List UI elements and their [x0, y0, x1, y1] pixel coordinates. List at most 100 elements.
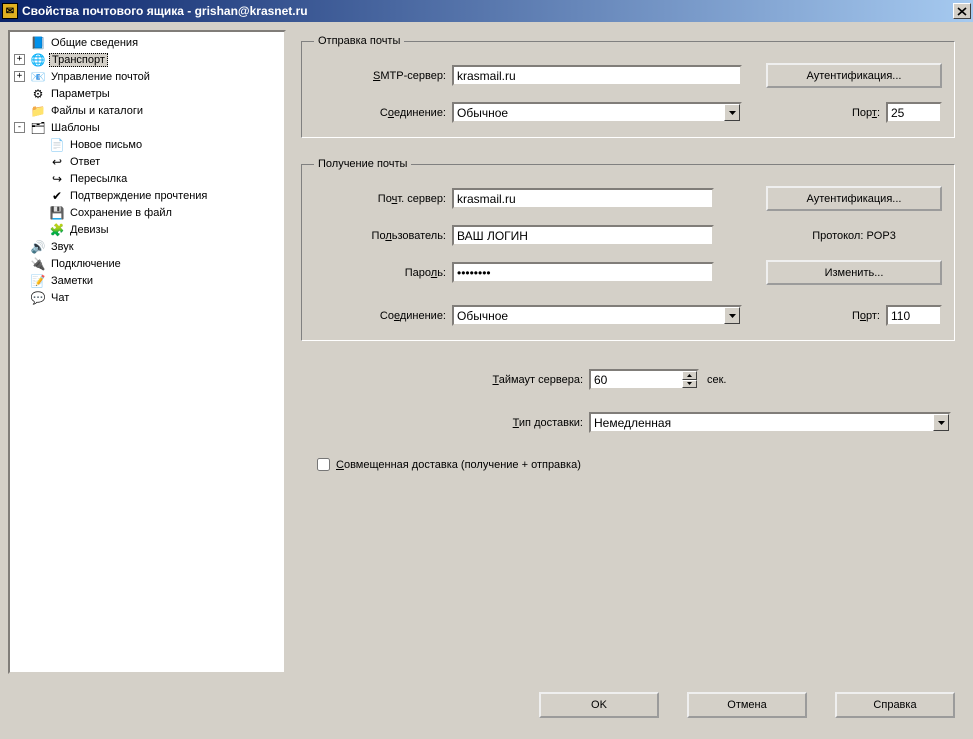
send-legend: Отправка почты	[314, 35, 404, 47]
timeout-units: сек.	[699, 374, 727, 386]
tree-item-label: Сохранение в файл	[68, 207, 174, 219]
recv-conn-combo[interactable]	[452, 305, 742, 326]
timeout-label: Таймаут сервера:	[469, 374, 589, 386]
tree-item[interactable]: -🗂Шаблоны	[10, 119, 284, 136]
recv-user-input[interactable]	[452, 225, 714, 246]
recv-user-label: Пользователь:	[314, 230, 452, 242]
tree-connector	[33, 156, 44, 167]
delivery-dropdown-button[interactable]	[933, 414, 949, 431]
recv-protocol-label: Протокол: POP3	[766, 230, 942, 242]
tree-item-label: Новое письмо	[68, 139, 144, 151]
tree-item-label: Шаблоны	[49, 122, 102, 134]
tree-item-icon: 📝	[30, 273, 46, 289]
send-port-input[interactable]	[886, 102, 942, 123]
expand-icon[interactable]: +	[14, 54, 25, 65]
ok-button[interactable]: OK	[539, 692, 659, 718]
tree-connector	[33, 190, 44, 201]
tree-item[interactable]: + 📧Управление почтой	[10, 68, 284, 85]
title-bar: ✉ Свойства почтового ящика - grishan@kra…	[0, 0, 973, 22]
tree-item[interactable]: ⚙Параметры	[10, 85, 284, 102]
tree-item[interactable]: 💾Сохранение в файл	[10, 204, 284, 221]
collapse-icon[interactable]: -	[14, 122, 25, 133]
recv-port-input[interactable]	[886, 305, 942, 326]
tree-item-icon: 🧩	[49, 222, 65, 238]
tree-item[interactable]: 💬Чат	[10, 289, 284, 306]
recv-group: Получение почты Почт. сервер: Аутентифик…	[301, 158, 955, 341]
combined-delivery-checkbox[interactable]	[317, 458, 330, 471]
send-auth-button[interactable]: Аутентификация...	[766, 63, 942, 88]
close-icon	[957, 7, 967, 16]
chevron-down-icon	[938, 421, 945, 425]
footer-buttons: OK Отмена Справка	[0, 682, 973, 718]
tree-item-label: Пересылка	[68, 173, 129, 185]
send-conn-combo[interactable]	[452, 102, 742, 123]
tree-item[interactable]: 🧩Девизы	[10, 221, 284, 238]
tree-item-icon: 📘	[30, 35, 46, 51]
nav-tree[interactable]: 📘Общие сведения + 🌐Транспорт + 📧Управление п…	[8, 30, 286, 674]
timeout-spinner[interactable]	[682, 371, 697, 388]
tree-item[interactable]: ↩Ответ	[10, 153, 284, 170]
recv-change-button[interactable]: Изменить...	[766, 260, 942, 285]
smtp-input[interactable]	[452, 65, 742, 86]
cancel-button[interactable]: Отмена	[687, 692, 807, 718]
tree-item-icon: ↪	[49, 171, 65, 187]
expand-icon[interactable]: +	[14, 71, 25, 82]
tree-item-icon: 📧	[30, 69, 46, 85]
recv-conn-dropdown-button[interactable]	[724, 307, 740, 324]
recv-legend: Получение почты	[314, 158, 411, 170]
delivery-combo[interactable]	[589, 412, 951, 433]
tree-connector	[33, 173, 44, 184]
send-conn-dropdown-button[interactable]	[724, 104, 740, 121]
content-panel: Отправка почты SMTP-сервер: Аутентификац…	[286, 25, 970, 679]
tree-item-icon: 📁	[30, 103, 46, 119]
tree-item[interactable]: 📁Файлы и каталоги	[10, 102, 284, 119]
spin-up-button[interactable]	[682, 371, 697, 380]
tree-item-icon: ↩	[49, 154, 65, 170]
tree-item[interactable]: 🔌Подключение	[10, 255, 284, 272]
tree-item-icon: 📄	[49, 137, 65, 153]
recv-server-label: Почт. сервер:	[314, 193, 452, 205]
tree-item[interactable]: ↪Пересылка	[10, 170, 284, 187]
tree-item-label: Параметры	[49, 88, 112, 100]
close-button[interactable]	[953, 3, 971, 19]
tree-connector	[14, 241, 25, 252]
tree-item-icon: 💾	[49, 205, 65, 221]
tree-item-label: Заметки	[49, 275, 95, 287]
tree-item[interactable]: 🔊Звук	[10, 238, 284, 255]
send-port-label: Порт:	[852, 107, 886, 119]
recv-pass-label: Пароль:	[314, 267, 452, 279]
tree-connector	[33, 207, 44, 218]
tree-connector	[14, 258, 25, 269]
chevron-down-icon	[687, 382, 692, 385]
tree-item[interactable]: ✔Подтверждение прочтения	[10, 187, 284, 204]
chevron-down-icon	[729, 111, 736, 115]
tree-item-label: Управление почтой	[49, 71, 152, 83]
recv-auth-button[interactable]: Аутентификация...	[766, 186, 942, 211]
tree-item[interactable]: 📝Заметки	[10, 272, 284, 289]
send-conn-label: Соединение:	[314, 107, 452, 119]
tree-item-icon: 💬	[30, 290, 46, 306]
tree-connector	[14, 275, 25, 286]
tree-connector	[14, 88, 25, 99]
combined-delivery-label: Совмещенная доставка (получение + отправ…	[336, 459, 581, 471]
chevron-up-icon	[687, 374, 692, 377]
tree-item[interactable]: 📘Общие сведения	[10, 34, 284, 51]
tree-connector	[14, 105, 25, 116]
send-group: Отправка почты SMTP-сервер: Аутентификац…	[301, 35, 955, 138]
tree-item-label: Подключение	[49, 258, 123, 270]
tree-item-icon: 🔌	[30, 256, 46, 272]
tree-item-label: Звук	[49, 241, 76, 253]
tree-item-icon: 🌐	[30, 52, 46, 68]
recv-pass-input[interactable]	[452, 262, 714, 283]
recv-server-input[interactable]	[452, 188, 714, 209]
tree-item[interactable]: + 🌐Транспорт	[10, 51, 284, 68]
chevron-down-icon	[729, 314, 736, 318]
tree-item[interactable]: 📄Новое письмо	[10, 136, 284, 153]
tree-item-label: Транспорт	[49, 53, 108, 67]
app-icon: ✉	[2, 3, 18, 19]
help-button[interactable]: Справка	[835, 692, 955, 718]
spin-down-button[interactable]	[682, 380, 697, 389]
tree-connector	[33, 139, 44, 150]
tree-item-icon: ✔	[49, 188, 65, 204]
tree-item-label: Общие сведения	[49, 37, 140, 49]
